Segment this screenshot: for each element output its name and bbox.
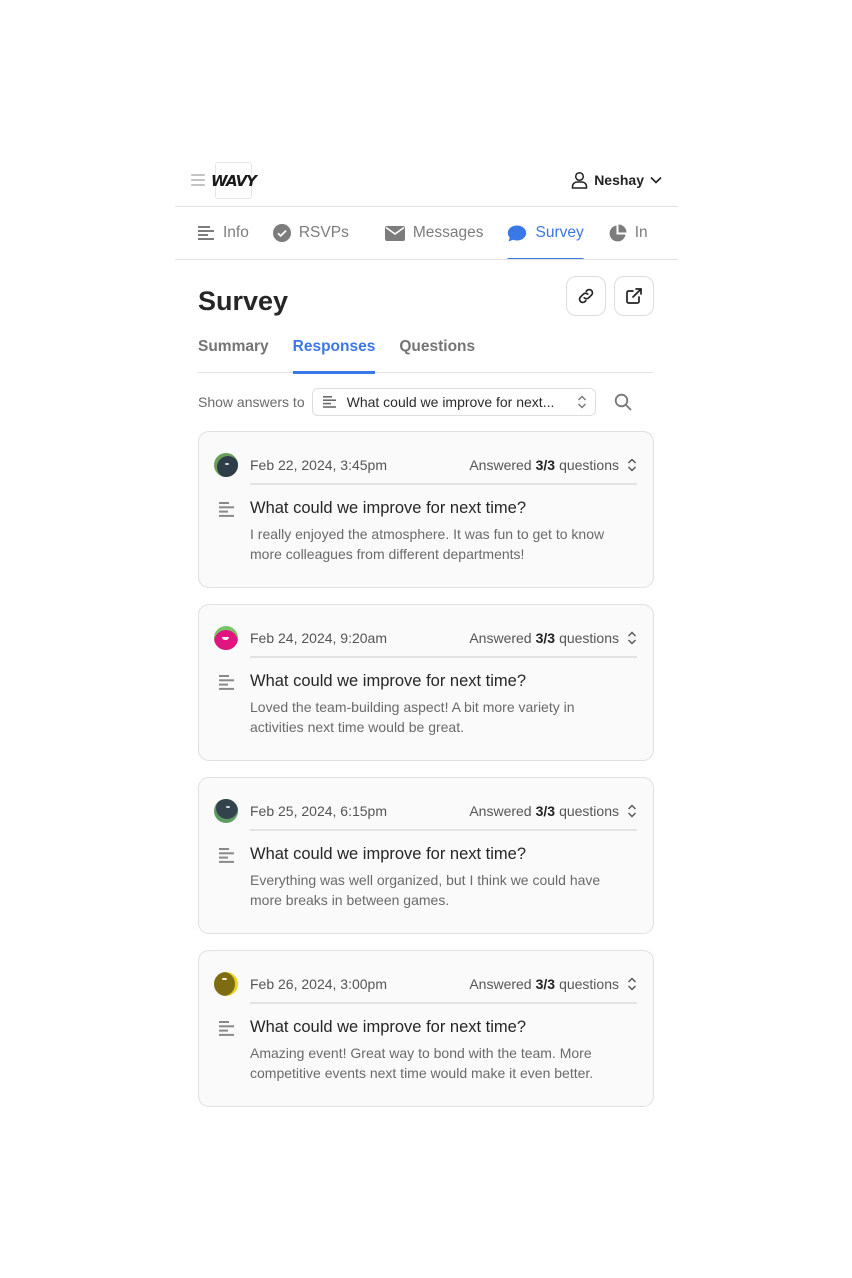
- response-list: Feb 22, 2024, 3:45pm Answered 3/3 questi…: [198, 431, 654, 1107]
- long-text-question-icon: [219, 675, 234, 690]
- answer-text: Everything was well organized, but I thi…: [250, 872, 601, 908]
- tab-rsvps[interactable]: RSVPs: [272, 207, 349, 259]
- chat-bubble-icon: [508, 225, 527, 241]
- tab-survey[interactable]: Survey: [507, 207, 584, 259]
- long-text-question-icon: [219, 502, 234, 517]
- question-title: What could we improve for next time?: [250, 845, 527, 863]
- expand-arrows-icon: [628, 631, 636, 645]
- title-row: Survey: [175, 260, 678, 336]
- tab-messages[interactable]: Messages: [384, 207, 484, 259]
- answered-suffix: questions: [559, 803, 619, 819]
- answer-text: I really enjoyed the atmosphere. It was …: [250, 526, 605, 562]
- lines-icon: [322, 396, 336, 408]
- pie-chart-icon: [609, 224, 627, 241]
- answered-prefix: Answered: [469, 803, 532, 819]
- expand-arrows-icon: [628, 458, 636, 472]
- user-menu[interactable]: Neshay: [571, 171, 662, 189]
- question-title: What could we improve for next time?: [250, 1018, 527, 1036]
- answered-suffix: questions: [559, 630, 619, 646]
- divider: [250, 483, 637, 485]
- search-button[interactable]: [614, 393, 632, 411]
- answered-toggle[interactable]: Answered 3/3 questions: [469, 630, 637, 646]
- top-header: WAVY Neshay: [175, 155, 678, 207]
- tab-insights[interactable]: In: [608, 207, 648, 259]
- external-link-icon: [626, 288, 642, 304]
- answered-toggle[interactable]: Answered 3/3 questions: [469, 976, 637, 992]
- answer-text: Amazing event! Great way to bond with th…: [250, 1045, 594, 1081]
- question-title: What could we improve for next time?: [250, 672, 527, 690]
- check-circle-icon: [272, 224, 291, 242]
- response-date: Feb 25, 2024, 6:15pm: [250, 803, 387, 819]
- answered-count: 3/3: [535, 630, 556, 646]
- page-title: Survey: [198, 286, 289, 316]
- link-icon: [578, 288, 594, 304]
- subtab-questions[interactable]: Questions: [399, 336, 475, 372]
- event-nav: Info RSVPs Messages Survey In: [175, 207, 678, 260]
- question-select[interactable]: What could we improve for next...: [311, 388, 596, 416]
- long-text-question-icon: [219, 848, 234, 863]
- subtab-summary[interactable]: Summary: [198, 336, 269, 372]
- app-window: WAVY Neshay Info RSVPs Messages Survey I…: [175, 155, 678, 1123]
- sort-arrows-icon: [577, 395, 586, 409]
- avatar: [214, 453, 238, 477]
- tab-info-label: Info: [223, 224, 249, 241]
- tab-survey-label: Survey: [535, 224, 584, 241]
- answered-prefix: Answered: [469, 457, 532, 473]
- response-date: Feb 26, 2024, 3:00pm: [250, 976, 387, 992]
- divider: [250, 1002, 637, 1004]
- divider: [250, 829, 637, 831]
- chevron-down-icon: [650, 176, 662, 184]
- answered-count: 3/3: [535, 457, 556, 473]
- response-date: Feb 24, 2024, 9:20am: [250, 630, 387, 646]
- answered-suffix: questions: [559, 457, 619, 473]
- answered-prefix: Answered: [469, 976, 532, 992]
- question-select-value: What could we improve for next...: [346, 394, 555, 410]
- tab-messages-label: Messages: [412, 224, 484, 241]
- answered-count: 3/3: [535, 976, 556, 992]
- open-external-button[interactable]: [614, 276, 654, 316]
- answered-count: 3/3: [535, 803, 556, 819]
- app-logo[interactable]: WAVY: [211, 162, 257, 199]
- answered-suffix: questions: [559, 976, 619, 992]
- filter-label: Show answers to: [198, 394, 305, 410]
- avatar: [214, 626, 238, 650]
- question-title: What could we improve for next time?: [250, 499, 527, 517]
- response-date: Feb 22, 2024, 3:45pm: [250, 457, 387, 473]
- survey-subtabs: Summary Responses Questions: [198, 336, 653, 374]
- expand-arrows-icon: [628, 804, 636, 818]
- response-card: Feb 22, 2024, 3:45pm Answered 3/3 questi…: [198, 431, 654, 588]
- tab-insights-label: In: [634, 224, 648, 241]
- response-card: Feb 25, 2024, 6:15pm Answered 3/3 questi…: [198, 777, 654, 934]
- divider: [250, 656, 637, 658]
- response-card: Feb 26, 2024, 3:00pm Answered 3/3 questi…: [198, 950, 654, 1107]
- lines-icon: [198, 226, 214, 240]
- response-header: Feb 25, 2024, 6:15pm Answered 3/3 questi…: [214, 793, 637, 829]
- subtab-responses[interactable]: Responses: [292, 336, 375, 374]
- response-header: Feb 22, 2024, 3:45pm Answered 3/3 questi…: [214, 447, 637, 483]
- user-name: Neshay: [594, 172, 644, 188]
- answered-prefix: Answered: [469, 630, 532, 646]
- tab-info[interactable]: Info: [198, 207, 249, 259]
- answered-toggle[interactable]: Answered 3/3 questions: [469, 457, 637, 473]
- long-text-question-icon: [219, 1021, 234, 1036]
- avatar: [214, 799, 238, 823]
- answer-text: Loved the team-building aspect! A bit mo…: [250, 699, 575, 735]
- copy-link-button[interactable]: [566, 276, 606, 316]
- response-header: Feb 24, 2024, 9:20am Answered 3/3 questi…: [214, 620, 637, 656]
- response-card: Feb 24, 2024, 9:20am Answered 3/3 questi…: [198, 604, 654, 761]
- answer-filter: Show answers to What could we improve fo…: [198, 373, 678, 431]
- expand-arrows-icon: [628, 977, 636, 991]
- user-icon: [571, 171, 588, 189]
- envelope-icon: [384, 225, 405, 241]
- search-icon: [614, 393, 632, 411]
- answered-toggle[interactable]: Answered 3/3 questions: [469, 803, 637, 819]
- tab-rsvps-label: RSVPs: [298, 224, 349, 241]
- avatar: [214, 972, 238, 996]
- menu-icon[interactable]: [191, 174, 205, 186]
- response-header: Feb 26, 2024, 3:00pm Answered 3/3 questi…: [214, 966, 637, 1002]
